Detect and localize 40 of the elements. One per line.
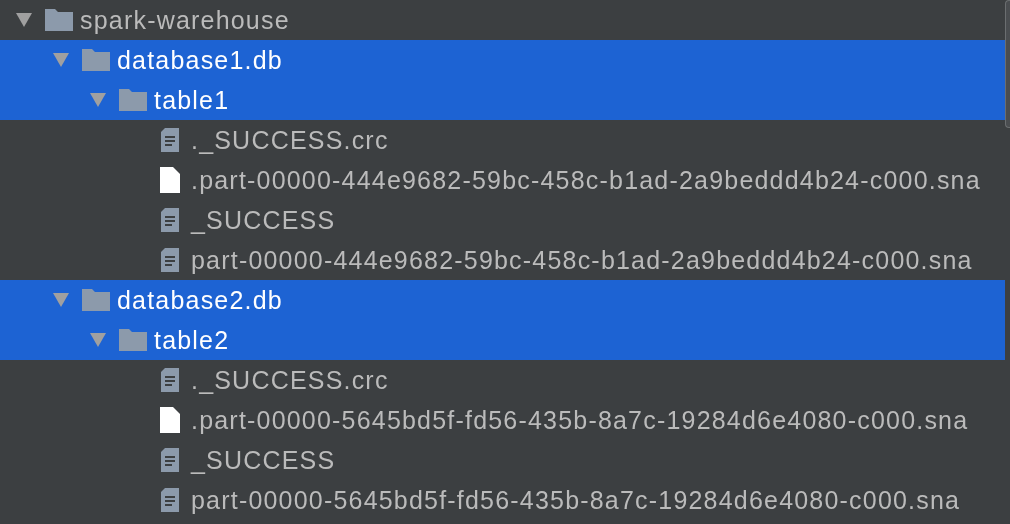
folder-icon	[82, 289, 110, 311]
tree-row[interactable]: _SUCCESS	[0, 200, 1005, 240]
tree-row[interactable]: database1.db	[0, 40, 1005, 80]
folder-icon	[82, 49, 110, 71]
folder-icon	[119, 89, 147, 111]
file-name: database2.db	[117, 286, 283, 314]
folder-icon	[119, 329, 147, 351]
tree-row[interactable]: database2.db	[0, 280, 1005, 320]
file-name: ._SUCCESS.crc	[191, 366, 389, 394]
file-name: part-00000-5645bd5f-fd56-435b-8a7c-19284d6e4080-c000.sna	[191, 486, 961, 514]
file-name: table1	[154, 86, 230, 114]
file-name: database1.db	[117, 46, 283, 74]
file-name: .part-00000-444e9682-59bc-458c-b1ad-2a9beddd4b24-c000.sna	[191, 166, 981, 194]
document-icon	[161, 248, 179, 272]
file-name: part-00000-444e9682-59bc-458c-b1ad-2a9beddd4b24-c000.sna	[191, 246, 973, 274]
file-name: ._SUCCESS.crc	[191, 126, 389, 154]
tree-row[interactable]: .part-00000-444e9682-59bc-458c-b1ad-2a9beddd4b24-c000.sna	[0, 160, 1005, 200]
tree-row[interactable]: ._SUCCESS.crc	[0, 360, 1005, 400]
file-name: .part-00000-5645bd5f-fd56-435b-8a7c-19284d6e4080-c000.sna	[191, 406, 969, 434]
document-icon	[161, 368, 179, 392]
blank-file-icon	[160, 167, 180, 193]
document-icon	[161, 208, 179, 232]
file-name: table2	[154, 326, 230, 354]
document-icon	[161, 448, 179, 472]
document-icon	[161, 128, 179, 152]
file-name: _SUCCESS	[191, 446, 336, 474]
tree-row[interactable]: .part-00000-5645bd5f-fd56-435b-8a7c-19284d6e4080-c000.sna	[0, 400, 1005, 440]
tree-row[interactable]: part-00000-5645bd5f-fd56-435b-8a7c-19284d6e4080-c000.sna	[0, 480, 1005, 520]
tree-row[interactable]: _SUCCESS	[0, 440, 1005, 480]
blank-file-icon	[160, 407, 180, 433]
file-name: _SUCCESS	[191, 206, 336, 234]
folder-icon	[45, 9, 73, 31]
tree-row[interactable]: table1	[0, 80, 1005, 120]
document-icon	[161, 488, 179, 512]
tree-row[interactable]: spark-warehouse	[0, 0, 1005, 40]
file-name: spark-warehouse	[80, 6, 290, 34]
tree-row[interactable]: ._SUCCESS.crc	[0, 120, 1005, 160]
scrollbar-thumb[interactable]	[1005, 0, 1010, 128]
tree-row[interactable]: table2	[0, 320, 1005, 360]
tree-row[interactable]: part-00000-444e9682-59bc-458c-b1ad-2a9beddd4b24-c000.sna	[0, 240, 1005, 280]
